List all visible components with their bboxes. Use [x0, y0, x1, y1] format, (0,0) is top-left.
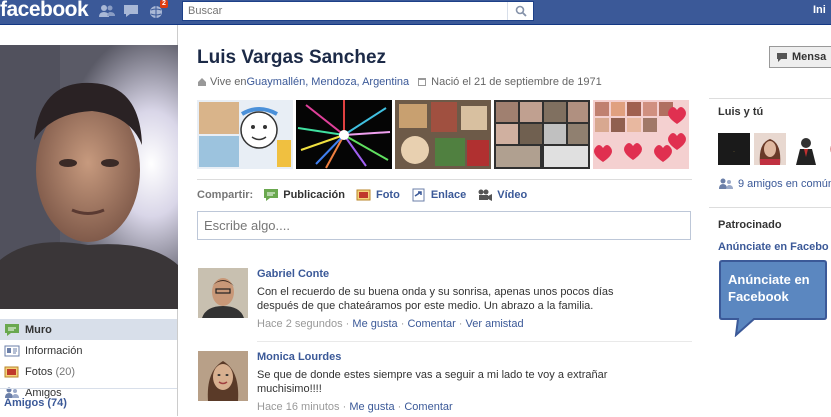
facebook-logo[interactable]: facebook — [0, 0, 89, 22]
nav-item-wall[interactable]: Muro — [0, 319, 177, 340]
link-icon — [411, 188, 427, 202]
home-link[interactable]: Ini — [813, 4, 826, 16]
like-link[interactable]: Me gusta — [352, 318, 397, 330]
photos-count: (20) — [55, 365, 76, 378]
share-status-tab[interactable]: Publicación — [263, 188, 345, 202]
share-label: Compartir: — [197, 189, 254, 201]
advertise-link[interactable]: Anúnciate en Facebo — [718, 241, 829, 253]
actor-name[interactable]: Monica Lourdes — [257, 351, 692, 363]
message-button[interactable]: Mensa — [769, 46, 831, 68]
left-column: Muro Información Fotos (20) Amigos Amigo… — [0, 25, 178, 416]
story-time[interactable]: Hace 16 minutos — [257, 401, 340, 413]
mutual-friends-row: . — [718, 133, 831, 165]
right-divider — [709, 98, 831, 99]
message-icon — [776, 52, 788, 63]
mutual-friend-thumb[interactable] — [826, 133, 831, 165]
wall-icon — [4, 323, 20, 337]
actor-avatar[interactable] — [198, 268, 248, 318]
story-time[interactable]: Hace 2 segundos — [257, 318, 343, 330]
status-icon — [263, 188, 279, 202]
mutual-friend-thumb[interactable] — [754, 133, 786, 165]
mutual-friend-thumb[interactable]: . — [718, 133, 750, 165]
friend-requests-icon[interactable] — [98, 3, 116, 19]
notification-badge: 2 — [160, 0, 168, 8]
home-icon — [197, 77, 207, 87]
share-bar: Compartir: Publicación Foto Enlace Vídeo — [197, 179, 692, 202]
mutual-friend-thumb[interactable] — [790, 133, 822, 165]
photo-thumbnail[interactable] — [494, 100, 590, 169]
nav-item-label: Muro — [25, 323, 52, 336]
photos-icon — [4, 365, 20, 379]
advertise-bubble-text: Anúnciate en Facebook — [728, 272, 810, 304]
mutual-header: Luis y tú — [718, 106, 764, 118]
info-icon — [4, 344, 20, 358]
calendar-icon — [417, 77, 427, 87]
photo-thumbnail[interactable] — [593, 100, 689, 169]
nav-item-info[interactable]: Información — [0, 340, 177, 361]
sponsored-header: Patrocinado — [718, 219, 782, 231]
message-button-label: Mensa — [792, 51, 827, 63]
mutual-friends-link[interactable]: 9 amigos en común — [718, 178, 831, 190]
mutual-friends-label: 9 amigos en común — [738, 178, 831, 190]
actor-avatar[interactable] — [198, 351, 248, 401]
messages-icon[interactable] — [123, 3, 141, 19]
story-meta: Hace 2 segundos · Me gusta · Comentar · … — [257, 318, 524, 330]
story-body: Gabriel Conte Con el recuerdo de su buen… — [257, 268, 692, 330]
like-link[interactable]: Me gusta — [349, 401, 394, 413]
story-meta: Hace 16 minutos · Me gusta · Comentar — [257, 401, 453, 413]
story-divider — [257, 341, 692, 342]
nav-item-label: Fotos — [25, 365, 53, 378]
share-link-tab[interactable]: Enlace — [411, 188, 466, 202]
photo-icon — [356, 188, 372, 202]
compose-input[interactable]: Escribe algo.... — [197, 211, 691, 240]
friends-icon — [718, 178, 734, 190]
story-message: Se que de donde estes siempre vas a segu… — [257, 369, 608, 395]
share-photo-tab[interactable]: Foto — [356, 188, 400, 202]
photo-thumbnail[interactable] — [197, 100, 293, 169]
photo-thumbnail[interactable] — [395, 100, 491, 169]
video-camera-icon — [477, 188, 493, 202]
nav-item-label: Información — [25, 344, 83, 357]
advertise-bubble[interactable]: Anúnciate en Facebook — [718, 259, 828, 337]
comment-link[interactable]: Comentar — [407, 318, 455, 330]
top-bar: facebook 2 Ini — [0, 0, 831, 25]
actor-name[interactable]: Gabriel Conte — [257, 268, 692, 280]
search-input[interactable] — [183, 2, 508, 20]
share-photo-label: Foto — [375, 189, 400, 201]
comment-link[interactable]: Comentar — [404, 401, 452, 413]
svg-text:.: . — [733, 149, 734, 154]
photo-strip — [197, 100, 692, 169]
search-icon[interactable] — [507, 2, 533, 20]
share-link-label: Enlace — [430, 189, 467, 201]
right-divider — [709, 207, 831, 208]
feed-story: Monica Lourdes Se que de donde estes sie… — [197, 351, 692, 417]
feed-story: Gabriel Conte Con el recuerdo de su buen… — [197, 268, 692, 338]
nav-item-photos[interactable]: Fotos (20) — [0, 361, 177, 382]
friends-section-header[interactable]: Amigos (74) — [0, 388, 177, 409]
share-status-label: Publicación — [283, 189, 345, 201]
photo-thumbnail[interactable] — [296, 100, 392, 169]
see-friendship-link[interactable]: Ver amistad — [466, 318, 524, 330]
share-video-label: Vídeo — [497, 189, 528, 201]
share-video-tab[interactable]: Vídeo — [477, 188, 527, 202]
profile-info: Vive en Guaymallén, Mendoza, Argentina N… — [197, 76, 602, 88]
search-box — [182, 1, 534, 21]
profile-picture[interactable] — [0, 45, 178, 309]
story-body: Monica Lourdes Se que de donde estes sie… — [257, 351, 692, 413]
lives-prefix: Vive en — [210, 76, 247, 88]
birthday: Nació el 21 de septiembre de 1971 — [431, 76, 602, 88]
story-message: Con el recuerdo de su buena onda y su so… — [257, 286, 614, 312]
profile-name: Luis Vargas Sanchez — [197, 47, 387, 68]
lives-place-link[interactable]: Guaymallén, Mendoza, Argentina — [247, 76, 410, 88]
